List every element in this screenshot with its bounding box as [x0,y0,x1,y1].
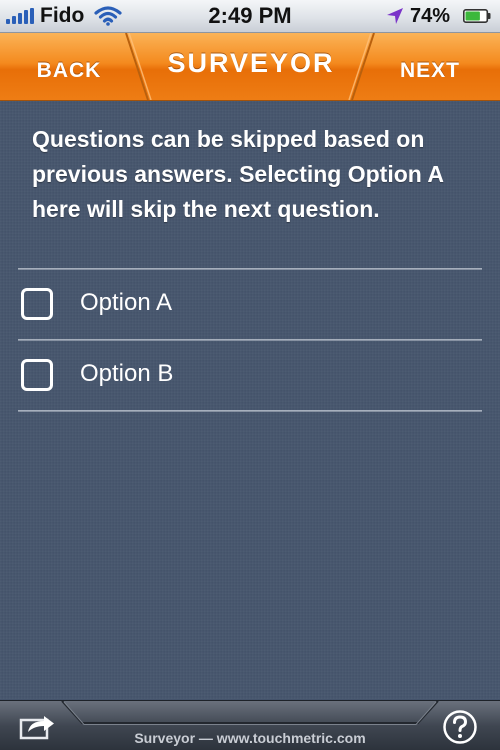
navigation-bar: BACK SURVEYOR NEXT [0,33,500,101]
option-a-row[interactable]: Option A [18,271,482,341]
divider [18,268,482,270]
battery-percent: 74% [410,5,451,27]
footer-text: Surveyor — www.touchmetric.com [134,730,366,746]
option-b-label: Option B [80,360,174,387]
option-b-row[interactable]: Option B [18,342,482,412]
battery-icon [463,9,491,23]
option-b-checkbox[interactable] [21,359,53,391]
option-a-label: Option A [80,289,173,316]
survey-content: Questions can be skipped based on previo… [0,101,500,699]
question-text: Questions can be skipped based on previo… [32,126,444,222]
next-button[interactable]: NEXT [360,33,500,100]
location-arrow-icon [387,8,403,24]
back-button[interactable]: BACK [0,33,138,100]
divider [18,339,482,341]
option-a-checkbox[interactable] [21,288,53,320]
status-bar: Fido 2:49 PM 74% [0,0,500,33]
divider [18,410,482,412]
bottom-toolbar: Surveyor — www.touchmetric.com [0,700,500,750]
help-icon[interactable] [442,709,478,745]
page-title: SURVEYOR [167,48,335,78]
